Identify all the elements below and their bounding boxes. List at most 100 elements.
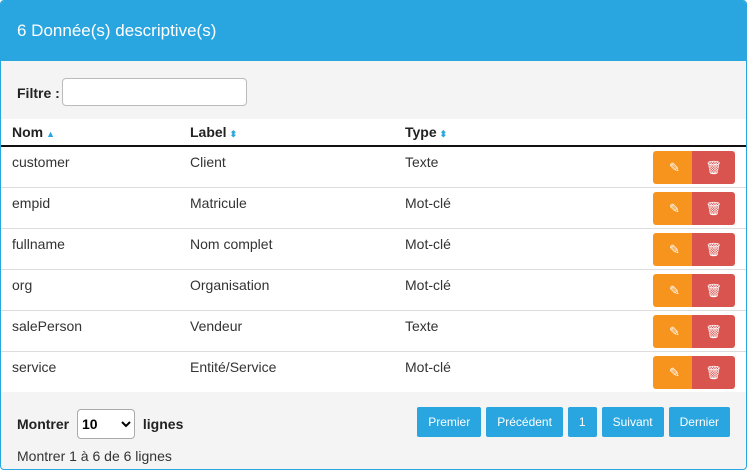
cell-nom-text: fullname: [12, 236, 65, 252]
previous-page-button[interactable]: Précédent: [486, 407, 563, 437]
edit-icon: ✎: [669, 282, 680, 298]
row-actions: ✎ 🗑: [624, 352, 746, 393]
page-size-suffix: lignes: [142, 416, 184, 432]
sort-asc-icon: ▲: [46, 129, 56, 139]
cell-nom: fullname: [1, 228, 179, 270]
cell-label-text: Vendeur: [190, 318, 243, 334]
cell-nom-text: salePerson: [12, 318, 83, 334]
delete-button[interactable]: 🗑: [692, 355, 735, 389]
row-actions: ✎ 🗑: [624, 187, 746, 229]
column-header-nom-label: Nom: [12, 124, 44, 140]
cell-label: Entité/Service: [179, 352, 394, 393]
cell-label: Organisation: [179, 269, 394, 311]
cell-type: Mot-clé: [394, 269, 624, 311]
cell-nom: salePerson: [1, 310, 179, 352]
cell-type: Texte: [394, 146, 624, 188]
table-row: fullname Nom complet Mot-clé ✎ 🗑: [1, 228, 746, 270]
filter-input[interactable]: [62, 78, 247, 106]
delete-button[interactable]: 🗑: [692, 191, 735, 225]
table-row: salePerson Vendeur Texte ✎ 🗑: [1, 310, 746, 352]
row-actions: ✎ 🗑: [624, 228, 746, 270]
cell-nom: service: [1, 352, 179, 393]
delete-button[interactable]: 🗑: [692, 314, 735, 348]
edit-icon: ✎: [669, 323, 680, 339]
cell-nom: org: [1, 269, 179, 311]
page-size-select[interactable]: 10: [77, 409, 136, 439]
cell-nom-text: customer: [12, 154, 70, 170]
row-actions: ✎ 🗑: [624, 146, 746, 188]
table-row: customer Client Texte ✎ 🗑: [1, 146, 746, 188]
cell-type-text: Texte: [405, 318, 439, 334]
delete-button[interactable]: 🗑: [692, 273, 735, 307]
page-size-prefix: Montrer: [17, 416, 70, 432]
cell-label-text: Matricule: [190, 195, 247, 211]
trash-icon: 🗑: [705, 241, 722, 257]
filter-label: Filtre :: [17, 85, 60, 101]
cell-nom-text: empid: [12, 195, 51, 211]
cell-type: Mot-clé: [394, 228, 624, 270]
edit-icon: ✎: [669, 241, 680, 257]
trash-icon: 🗑: [705, 364, 722, 380]
edit-button[interactable]: ✎: [653, 150, 696, 184]
edit-icon: ✎: [669, 364, 680, 380]
panel-title: 6 Donnée(s) descriptive(s): [1, 1, 746, 61]
cell-nom: empid: [1, 187, 179, 229]
pagination-info: Montrer 1 à 6 de 6 lignes: [17, 448, 172, 464]
cell-type-text: Mot-clé: [405, 277, 451, 293]
trash-icon: 🗑: [705, 323, 722, 339]
cell-type-text: Mot-clé: [405, 195, 451, 211]
edit-button[interactable]: ✎: [653, 191, 696, 225]
edit-icon: ✎: [669, 200, 680, 216]
cell-label: Client: [179, 146, 394, 188]
data-table: Nom ▲ Label ⬍ Type ⬍ customer Client Texte …: [1, 119, 746, 392]
cell-type-text: Texte: [405, 154, 439, 170]
page-size-control: Montrer 10 lignes: [17, 409, 183, 439]
filter-bar: Filtre :: [1, 61, 746, 119]
trash-icon: 🗑: [705, 200, 722, 216]
cell-label: Vendeur: [179, 310, 394, 352]
edit-button[interactable]: ✎: [653, 273, 696, 307]
row-actions: ✎ 🗑: [624, 310, 746, 352]
cell-label-text: Entité/Service: [190, 359, 277, 375]
table-header-row: Nom ▲ Label ⬍ Type ⬍: [1, 119, 746, 147]
last-page-button[interactable]: Dernier: [668, 407, 730, 437]
cell-nom-text: org: [12, 277, 33, 293]
column-header-label[interactable]: Label ⬍: [179, 119, 394, 147]
trash-icon: 🗑: [705, 282, 722, 298]
trash-icon: 🗑: [705, 159, 722, 175]
cell-label-text: Nom complet: [190, 236, 273, 252]
cell-label-text: Organisation: [190, 277, 270, 293]
cell-type: Mot-clé: [394, 187, 624, 229]
page-number-button[interactable]: 1: [567, 407, 597, 437]
sort-both-icon: ⬍: [439, 129, 448, 139]
column-header-type-label: Type: [405, 124, 437, 140]
pagination: Premier Précédent 1 Suivant Dernier: [417, 407, 730, 437]
table-row: empid Matricule Mot-clé ✎ 🗑: [1, 187, 746, 229]
cell-nom: customer: [1, 146, 179, 188]
row-actions: ✎ 🗑: [624, 269, 746, 311]
cell-nom-text: service: [12, 359, 57, 375]
cell-label-text: Client: [190, 154, 226, 170]
cell-label: Nom complet: [179, 228, 394, 270]
first-page-button[interactable]: Premier: [417, 407, 482, 437]
data-panel: 6 Donnée(s) descriptive(s) Filtre : Nom ▲…: [0, 0, 747, 470]
edit-button[interactable]: ✎: [653, 314, 696, 348]
edit-button[interactable]: ✎: [653, 232, 696, 266]
column-header-nom[interactable]: Nom ▲: [1, 119, 179, 147]
table-footer: Montrer 10 lignes Montrer 1 à 6 de 6 lig…: [1, 392, 746, 469]
sort-both-icon: ⬍: [229, 129, 238, 139]
table-row: service Entité/Service Mot-clé ✎ 🗑: [1, 352, 746, 393]
column-header-label-label: Label: [190, 124, 227, 140]
delete-button[interactable]: 🗑: [692, 150, 735, 184]
table-row: org Organisation Mot-clé ✎ 🗑: [1, 269, 746, 311]
cell-type-text: Mot-clé: [405, 359, 451, 375]
cell-type: Mot-clé: [394, 352, 624, 393]
next-page-button[interactable]: Suivant: [601, 407, 664, 437]
cell-type-text: Mot-clé: [405, 236, 451, 252]
delete-button[interactable]: 🗑: [692, 232, 735, 266]
edit-button[interactable]: ✎: [653, 355, 696, 389]
cell-type: Texte: [394, 310, 624, 352]
edit-icon: ✎: [669, 159, 680, 175]
cell-label: Matricule: [179, 187, 394, 229]
column-header-type[interactable]: Type ⬍: [394, 119, 624, 147]
